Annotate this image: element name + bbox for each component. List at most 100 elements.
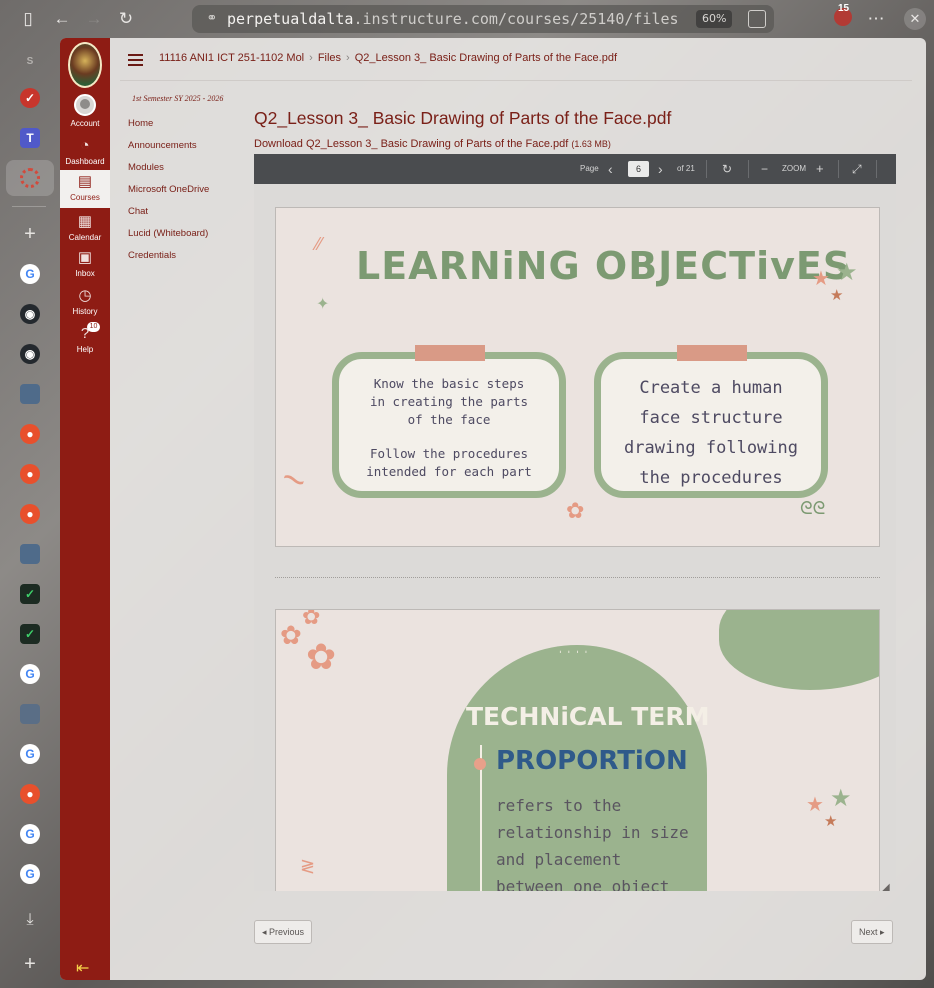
nav-account-label: Account — [70, 119, 100, 128]
flower-icon: ✿ — [306, 636, 337, 677]
github-icon[interactable]: ◉ — [20, 304, 40, 324]
download-link-label[interactable]: Download Q2_Lesson 3_ Basic Drawing of P… — [254, 138, 568, 150]
zoom-out-icon[interactable]: − — [761, 154, 768, 184]
sidebar-divider — [12, 206, 46, 207]
zoom-indicator[interactable]: 60% — [696, 10, 733, 28]
add-icon[interactable]: + — [20, 954, 40, 974]
dashboard-icon: ◔ — [80, 137, 90, 154]
reddit-icon[interactable]: ● — [20, 504, 40, 524]
space-icon[interactable]: S — [20, 52, 40, 72]
course-nav-announcements[interactable]: Announcements — [128, 140, 209, 162]
squiggle-icon: ~ — [275, 455, 313, 505]
forward-arrow-icon[interactable]: → — [82, 7, 106, 31]
term-definition: refers to the relationship in size and p… — [496, 796, 689, 891]
teams-icon[interactable]: T — [20, 128, 40, 148]
previous-button[interactable]: ◂ Previous — [254, 920, 313, 944]
google-icon[interactable]: G — [20, 744, 40, 764]
github-icon[interactable]: ◉ — [20, 344, 40, 364]
help-count-badge: 10 — [87, 322, 100, 332]
sparkle-icon: ˈ ˈ ˈ ˈ — [558, 648, 589, 664]
reddit-icon[interactable]: ● — [20, 464, 40, 484]
nav-calendar[interactable]: ▦ Calendar — [60, 214, 110, 243]
next-page-icon[interactable]: › — [658, 154, 663, 184]
more-menu-icon[interactable]: ⋯ — [864, 7, 888, 31]
breadcrumb-separator: › — [346, 52, 350, 64]
todoist-icon[interactable]: ✓ — [20, 88, 40, 108]
breadcrumb-file[interactable]: Q2_Lesson 3_ Basic Drawing of Parts of t… — [355, 52, 617, 64]
global-navigation: Account ◔ Dashboard ▤ Courses ▦ Calendar… — [60, 38, 110, 980]
nav-account[interactable]: Account — [60, 94, 110, 128]
breadcrumb-course[interactable]: 11116 ANI1 ICT 251-1102 Mol — [159, 52, 304, 64]
inbox-icon: ▣ — [77, 249, 93, 266]
nav-history-label: History — [72, 307, 98, 316]
collapse-nav-icon[interactable]: ⇤ — [76, 958, 89, 978]
breadcrumb-separator: › — [309, 52, 313, 64]
nav-courses[interactable]: ▤ Courses — [60, 170, 110, 208]
reader-mode-icon[interactable] — [748, 10, 766, 28]
star-icon: ★ — [836, 259, 858, 286]
nav-dashboard[interactable]: ◔ Dashboard — [60, 137, 110, 167]
google-icon[interactable]: G — [20, 664, 40, 684]
app-icon[interactable] — [20, 384, 40, 404]
star-icon: ★ — [830, 785, 852, 812]
pdf-viewer[interactable]: Page ‹ 6 › of 21 ↻ − ZOOM + ⤢ LEARNiNG O… — [254, 154, 896, 891]
app-icon[interactable]: ✓ — [20, 624, 40, 644]
fullscreen-icon[interactable]: ⤢ — [852, 154, 862, 184]
zoom-in-icon[interactable]: + — [816, 154, 824, 184]
reddit-icon[interactable]: ● — [20, 424, 40, 444]
pdf-page: ✿ ✿ ✿ ˈ ˈ ˈ ˈ TECHNiCAL TERM PROPORTiON … — [275, 609, 880, 891]
nav-courses-label: Courses — [70, 193, 100, 202]
objective-card: Know the basic steps in creating the par… — [332, 345, 566, 498]
google-icon[interactable]: G — [20, 824, 40, 844]
term-heading: PROPORTiON — [496, 746, 688, 776]
course-nav-chat[interactable]: Chat — [128, 206, 209, 228]
flower-icon: ✿ — [280, 620, 302, 650]
reload-icon[interactable]: ↻ — [114, 7, 138, 31]
breadcrumb-files[interactable]: Files — [318, 52, 341, 64]
hamburger-menu-icon[interactable] — [128, 54, 143, 66]
reddit-icon[interactable]: ● — [20, 784, 40, 804]
page-separator — [275, 577, 880, 578]
toolbar-divider — [706, 160, 707, 178]
accent-icon: ⁄⁄ — [316, 234, 323, 254]
nav-help[interactable]: ? 10 Help — [60, 322, 110, 354]
page-number-input[interactable]: 6 — [628, 161, 649, 177]
objective-card: Create a human face structure drawing fo… — [594, 345, 828, 498]
app-icon[interactable] — [20, 704, 40, 724]
url-text: perpetualdalta.instructure.com/courses/2… — [227, 10, 679, 28]
google-icon[interactable]: G — [20, 864, 40, 884]
nav-history[interactable]: ◷ History — [60, 288, 110, 317]
course-nav-credentials[interactable]: Credentials — [128, 250, 209, 272]
add-tab-icon[interactable]: + — [20, 224, 40, 244]
sidebar-toggle-icon[interactable]: ▯ — [16, 7, 40, 31]
star-icon: ★ — [824, 813, 838, 830]
site-info-icon[interactable]: ⚭ — [202, 5, 222, 33]
canvas-icon[interactable] — [20, 168, 40, 188]
squiggle-icon: ᘓᘓ — [800, 498, 826, 518]
timeline-dot — [474, 758, 486, 770]
download-link[interactable]: Download Q2_Lesson 3_ Basic Drawing of P… — [254, 138, 611, 150]
rotate-icon[interactable]: ↻ — [722, 154, 732, 184]
nav-help-label: Help — [76, 345, 94, 354]
resize-handle-icon[interactable]: ◢ — [882, 882, 890, 891]
file-size: (1.63 MB) — [571, 139, 611, 149]
page-title: Q2_Lesson 3_ Basic Drawing of Parts of t… — [254, 108, 672, 128]
google-icon[interactable]: G — [20, 264, 40, 284]
course-nav-onedrive[interactable]: Microsoft OneDrive — [128, 184, 209, 206]
pdf-toolbar: Page ‹ 6 › of 21 ↻ − ZOOM + ⤢ — [254, 154, 896, 184]
course-nav-home[interactable]: Home — [128, 118, 209, 140]
nav-inbox[interactable]: ▣ Inbox — [60, 249, 110, 279]
back-arrow-icon[interactable]: ← — [50, 7, 74, 31]
next-button[interactable]: Next ▸ — [851, 920, 893, 944]
institution-logo[interactable] — [68, 42, 102, 88]
close-icon[interactable]: ✕ — [904, 8, 926, 30]
address-bar[interactable]: ⚭ perpetualdalta.instructure.com/courses… — [192, 5, 774, 33]
course-nav-lucid[interactable]: Lucid (Whiteboard) — [128, 228, 209, 250]
course-nav-modules[interactable]: Modules — [128, 162, 209, 184]
tape-decoration — [677, 345, 747, 361]
previous-page-icon[interactable]: ‹ — [608, 154, 613, 184]
app-icon[interactable] — [20, 544, 40, 564]
app-icon[interactable]: ✓ — [20, 584, 40, 604]
downloads-icon[interactable]: ⤓ — [20, 910, 40, 930]
page-total: of 21 — [677, 164, 695, 173]
